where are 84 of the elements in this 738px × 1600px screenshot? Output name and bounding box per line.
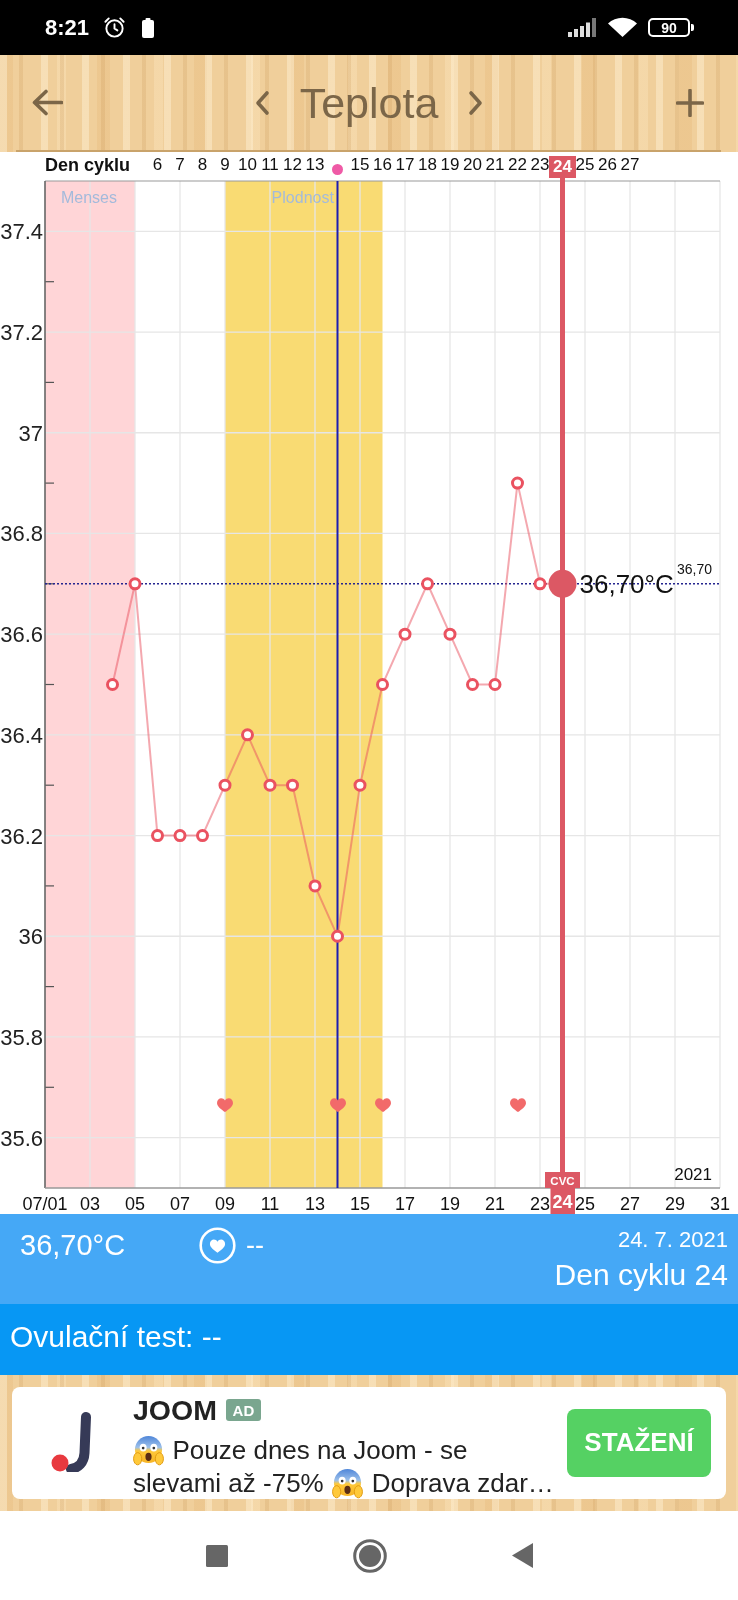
cycle-day-label: 27 [620, 155, 640, 175]
x-axis-label: 15 [350, 1194, 370, 1214]
cycle-day-label: 15 [350, 155, 370, 175]
wifi-icon [607, 17, 638, 38]
cycle-day-label: 11 [261, 155, 279, 175]
cycle-day-label: 9 [220, 155, 230, 175]
current-value-label: 36,70°C [579, 569, 674, 600]
ref-line-label: CVC [550, 1174, 575, 1187]
cvc-tag: CVC [545, 1172, 580, 1188]
battery-icon [141, 17, 156, 38]
x-axis-label: 25 [575, 1194, 595, 1214]
chevron-left-icon[interactable] [253, 89, 270, 116]
download-button[interactable]: STAŽENÍ [567, 1408, 711, 1477]
y-axis-label: 36.2 [0, 823, 43, 849]
cycle-day-label: 20 [463, 155, 482, 175]
back-arrow-icon[interactable] [32, 89, 63, 116]
ad-message-text: Doprava zdar… [371, 1468, 554, 1499]
x-axis-label: 09 [215, 1194, 235, 1214]
y-axis-label: 36.8 [0, 521, 43, 547]
cycle-day-label: 18 [418, 155, 437, 175]
heart-circle-icon[interactable] [199, 1227, 236, 1264]
x-axis-label: 31 [710, 1194, 730, 1214]
y-axis-label: 35.8 [0, 1024, 43, 1050]
y-axis-label: 37.4 [0, 219, 43, 245]
cycle-day-label: 12 [283, 155, 302, 175]
x-axis-label: 21 [485, 1194, 505, 1214]
y-axis-label: 37.2 [0, 320, 43, 346]
nav-recents-icon[interactable] [205, 1544, 228, 1567]
cycle-day-label: 17 [395, 155, 415, 175]
cycle-day-label: 7 [175, 155, 185, 175]
cycle-day-text: Den cyklu 24 [554, 1257, 728, 1293]
x-axis-label: 27 [620, 1194, 640, 1214]
cycle-day-label: 25 [575, 155, 595, 175]
cycle-day-label: 21 [485, 155, 505, 175]
y-axis-label: 36 [18, 924, 43, 950]
y-axis-label: 35.6 [0, 1125, 43, 1151]
cycle-day-label: 10 [238, 155, 257, 175]
band-label: Menses [61, 189, 117, 206]
x-axis-label: 23 [530, 1194, 550, 1214]
x-axis-label: 11 [260, 1194, 280, 1214]
brand-name: JOOM [133, 1393, 217, 1427]
cycle-day-label: 23 [530, 155, 550, 175]
cycle-day-label: 26 [598, 155, 617, 175]
x-axis-label: 03 [80, 1194, 100, 1214]
nav-home-icon[interactable] [352, 1538, 387, 1573]
battery-indicator: 90 [648, 18, 694, 37]
x-axis-label: 19 [440, 1194, 460, 1214]
y-axis-label: 36.6 [0, 622, 43, 648]
cycle-day-label: 8 [197, 155, 208, 175]
ad-badge: AD [225, 1399, 261, 1421]
y-axis-label: 36.4 [0, 722, 43, 748]
ovulation-test-label: Ovulační test: -- [10, 1320, 222, 1354]
cycle-day-label: 22 [508, 155, 527, 175]
signal-icon [568, 18, 596, 37]
x-axis-label: 07 [170, 1194, 190, 1214]
app-logo-icon [51, 1412, 92, 1472]
y-axis-label: 37 [18, 420, 43, 446]
cycle-day-label: 13 [305, 155, 325, 175]
nav-back-icon[interactable] [511, 1543, 533, 1568]
screen-title: Teplota [299, 77, 439, 128]
ad-message-text: slevami až -75% [133, 1468, 324, 1499]
dot-marker-icon [332, 163, 343, 175]
year-label: 2021 [674, 1165, 712, 1184]
chevron-right-icon[interactable] [468, 89, 485, 116]
cycle-axis-title: Den cyklu [45, 154, 131, 176]
screaming-face-icon [133, 1435, 164, 1466]
date-label: 24. 7. 2021 [617, 1226, 728, 1254]
x-axis-label: 07/01 [22, 1194, 68, 1214]
date-badge: 24 [550, 1188, 575, 1214]
ad-message-text: Pouze dnes na Joom - se [172, 1435, 468, 1466]
cycle-day-label: 16 [373, 155, 392, 175]
x-axis-label: 29 [665, 1194, 685, 1214]
cycle-day-badge: 24 [549, 156, 576, 178]
alarm-clock-icon [103, 16, 127, 39]
cycle-day-label: 19 [440, 155, 460, 175]
intercourse-value: -- [246, 1229, 264, 1262]
x-axis-label: 13 [305, 1194, 325, 1214]
temperature-value: 36,70°C [20, 1228, 127, 1263]
plus-icon[interactable] [676, 88, 704, 117]
x-axis-label: 05 [125, 1194, 145, 1214]
cycle-day-label: 6 [152, 155, 163, 175]
clock-time: 8:21 [45, 14, 90, 41]
line-value-label: 36,70 [676, 560, 712, 577]
x-axis-label: 17 [395, 1194, 415, 1214]
